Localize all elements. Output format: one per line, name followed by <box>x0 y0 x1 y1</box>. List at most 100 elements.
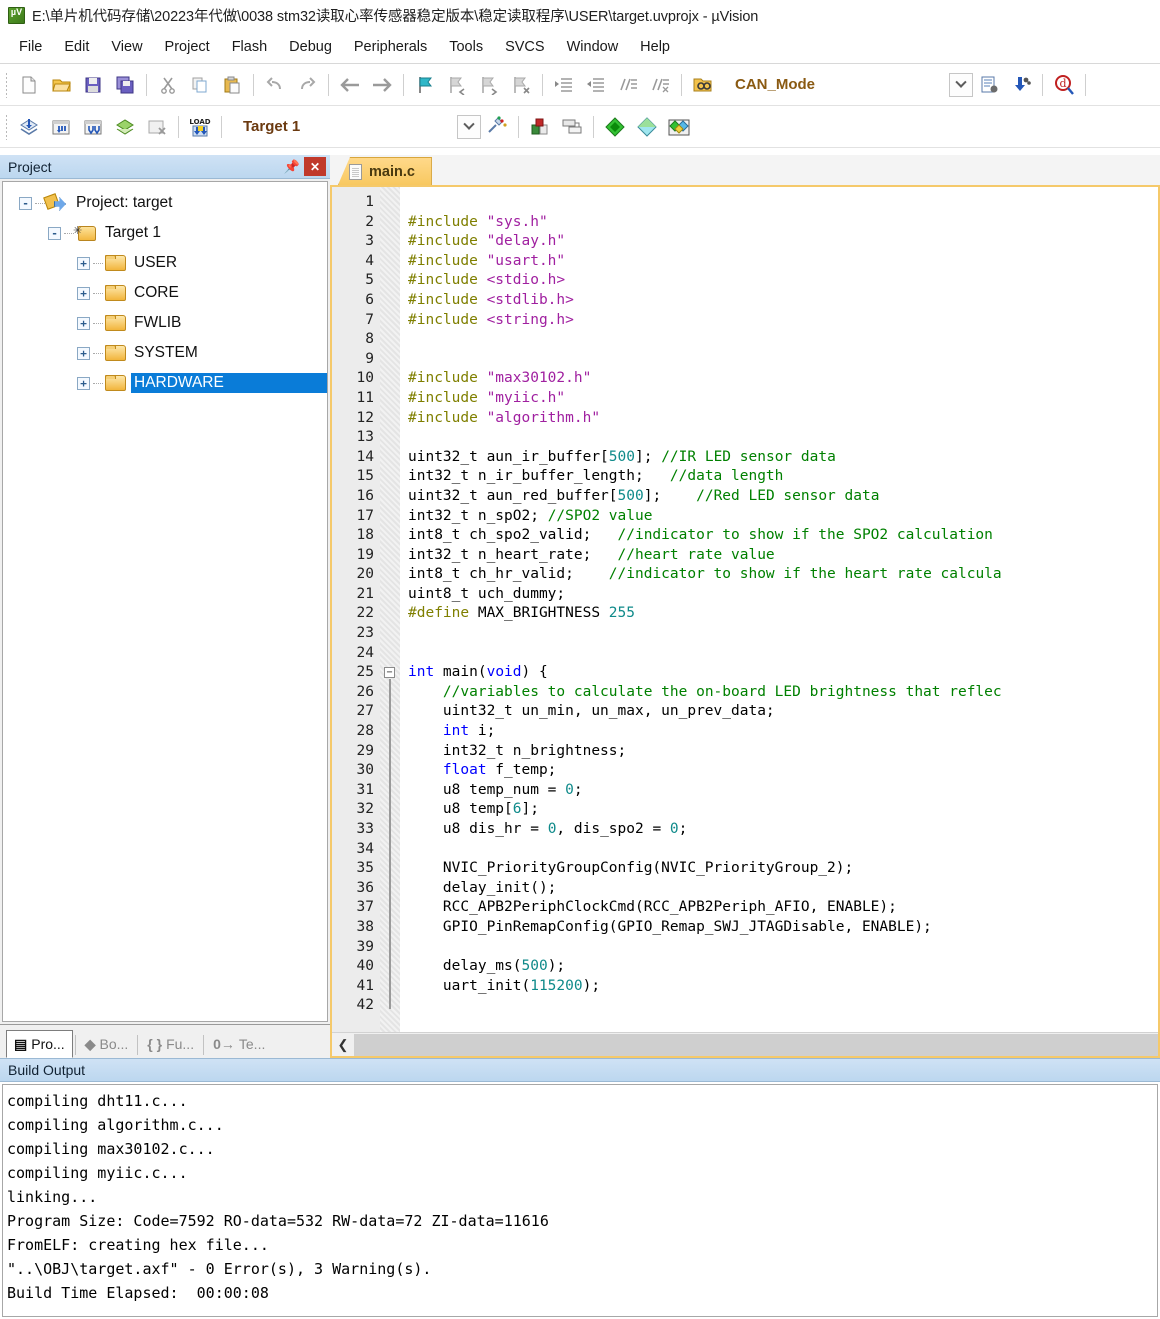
tree-item-system[interactable]: + SYSTEM <box>9 338 327 368</box>
expand-icon[interactable]: + <box>77 346 90 360</box>
source-code[interactable]: #include "sys.h" #include "delay.h" #inclu… <box>400 187 1158 1032</box>
collapse-icon[interactable]: - <box>48 226 61 240</box>
books-icon: ◆ <box>84 1035 96 1052</box>
code-token: //SPO2 value <box>547 507 653 524</box>
templates-tab[interactable]: 0→ Te... <box>206 1030 273 1058</box>
tree-item-label: HARDWARE <box>131 373 327 393</box>
uncomment-icon[interactable] <box>644 69 676 101</box>
target-dropdown-arrow[interactable] <box>457 114 481 139</box>
target-combo[interactable]: Target 1 <box>233 114 457 140</box>
menu-help[interactable]: Help <box>629 35 681 59</box>
pin-icon[interactable]: 📌 <box>282 157 302 176</box>
open-file-icon[interactable] <box>45 69 77 101</box>
functions-tab[interactable]: { } Fu... <box>140 1030 202 1058</box>
batch-build-icon[interactable] <box>109 111 141 143</box>
redo-icon[interactable] <box>291 69 323 101</box>
translate-icon[interactable] <box>13 111 45 143</box>
tree-item-core[interactable]: + CORE <box>9 278 327 308</box>
copy-icon[interactable] <box>184 69 216 101</box>
navigate-forward-icon[interactable] <box>366 69 398 101</box>
close-icon[interactable]: ✕ <box>304 157 326 176</box>
menu-flash[interactable]: Flash <box>221 35 278 59</box>
menu-tools[interactable]: Tools <box>438 35 494 59</box>
stop-build-icon[interactable] <box>141 111 173 143</box>
download-icon[interactable] <box>1005 69 1037 101</box>
code-token: //data length <box>669 468 784 485</box>
code-token: //indicator to show if the heart rate ca… <box>608 566 1002 583</box>
toolbar-separator <box>328 73 329 96</box>
menu-view[interactable]: View <box>100 35 153 59</box>
code-token: u8 temp[ <box>408 801 513 818</box>
build-icon[interactable] <box>45 111 77 143</box>
bookmark-clear-icon[interactable] <box>505 69 537 101</box>
can-mode-combo[interactable]: CAN_Mode <box>725 72 949 98</box>
manage-runtime-icon[interactable] <box>524 111 556 143</box>
build-output-text[interactable]: compiling dht11.c... compiling algorithm.… <box>2 1084 1158 1317</box>
line-number: 6 <box>365 291 374 308</box>
editor-horizontal-scrollbar[interactable]: ❮ <box>332 1032 1158 1056</box>
menu-peripherals[interactable]: Peripherals <box>343 35 438 59</box>
code-fold-toggle-icon[interactable]: − <box>384 667 395 679</box>
tree-item-fwlib[interactable]: + FWLIB <box>9 308 327 338</box>
editor-tab-bar: main.c <box>330 155 1160 185</box>
scroll-track[interactable] <box>354 1033 1158 1056</box>
multi-target-icon[interactable] <box>663 111 695 143</box>
multi-project-icon[interactable] <box>556 111 588 143</box>
indent-icon[interactable] <box>548 69 580 101</box>
new-file-icon[interactable] <box>13 69 45 101</box>
bookmark-prev-icon[interactable] <box>441 69 473 101</box>
build-output-line: compiling dht11.c... <box>7 1092 188 1110</box>
toolbar-grip[interactable] <box>5 71 8 98</box>
bookmark-next-icon[interactable] <box>473 69 505 101</box>
open-folder-icon[interactable] <box>687 69 719 101</box>
debug-stop-icon[interactable] <box>631 111 663 143</box>
cut-icon[interactable] <box>152 69 184 101</box>
line-number: 11 <box>356 389 374 406</box>
expand-icon[interactable]: + <box>77 376 90 390</box>
rebuild-icon[interactable] <box>77 111 109 143</box>
configure-icon[interactable] <box>973 69 1005 101</box>
expand-icon[interactable]: + <box>77 316 90 330</box>
menu-edit[interactable]: Edit <box>53 35 100 59</box>
fold-column[interactable]: − <box>380 187 400 1032</box>
code-token: #include <box>408 272 487 289</box>
menu-project[interactable]: Project <box>154 35 221 59</box>
build-output-line: "..\OBJ\target.axf" - 0 Error(s), 3 Warn… <box>7 1260 432 1278</box>
build-output-line: compiling myiic.c... <box>7 1164 188 1182</box>
expand-icon[interactable]: + <box>77 256 90 270</box>
tree-item-target-1[interactable]: - Target 1 <box>9 218 327 248</box>
paste-icon[interactable] <box>216 69 248 101</box>
find-in-files-icon[interactable]: d <box>1048 69 1080 101</box>
toolbar-grip[interactable] <box>5 113 8 140</box>
code-view[interactable]: 1 2 3 4 5 6 7 8 9 10 11 12 13 14 15 16 17 18 19 20 21 22 23 24 2… <box>332 187 1158 1032</box>
code-token: uint32_t aun_ir_buffer[ <box>408 448 609 465</box>
books-tab[interactable]: ◆ Bo... <box>77 1030 136 1058</box>
target-options-icon[interactable] <box>481 111 513 143</box>
line-number: 23 <box>356 625 374 642</box>
menu-debug[interactable]: Debug <box>278 35 343 59</box>
menu-window[interactable]: Window <box>556 35 630 59</box>
tree-item-user[interactable]: + USER <box>9 248 327 278</box>
menu-file[interactable]: File <box>8 35 53 59</box>
collapse-icon[interactable]: - <box>19 196 32 210</box>
menu-svcs[interactable]: SVCS <box>494 35 556 59</box>
tree-item-project-target[interactable]: - Project: target <box>9 188 327 218</box>
scroll-left-icon[interactable]: ❮ <box>332 1033 354 1056</box>
save-all-icon[interactable] <box>109 69 141 101</box>
tab-main-c[interactable]: main.c <box>338 157 432 185</box>
line-number: 8 <box>365 331 374 348</box>
debug-start-icon[interactable] <box>599 111 631 143</box>
bookmark-toggle-icon[interactable] <box>409 69 441 101</box>
outdent-icon[interactable] <box>580 69 612 101</box>
project-tree[interactable]: - Project: target - Target 1 + USER + CORE + FWLI… <box>2 181 328 1022</box>
navigate-back-icon[interactable] <box>334 69 366 101</box>
comment-icon[interactable] <box>612 69 644 101</box>
can-mode-dropdown-arrow[interactable] <box>949 72 973 97</box>
undo-icon[interactable] <box>259 69 291 101</box>
project-tab[interactable]: ▤ Pro... <box>6 1030 73 1058</box>
save-icon[interactable] <box>77 69 109 101</box>
uvision-window: E:\单片机代码存储\20223年代做\0038 stm32读取心率传感器稳定版… <box>0 0 1160 1319</box>
tree-item-hardware[interactable]: + HARDWARE <box>9 368 327 398</box>
load-icon[interactable]: LOAD <box>184 111 216 143</box>
expand-icon[interactable]: + <box>77 286 90 300</box>
